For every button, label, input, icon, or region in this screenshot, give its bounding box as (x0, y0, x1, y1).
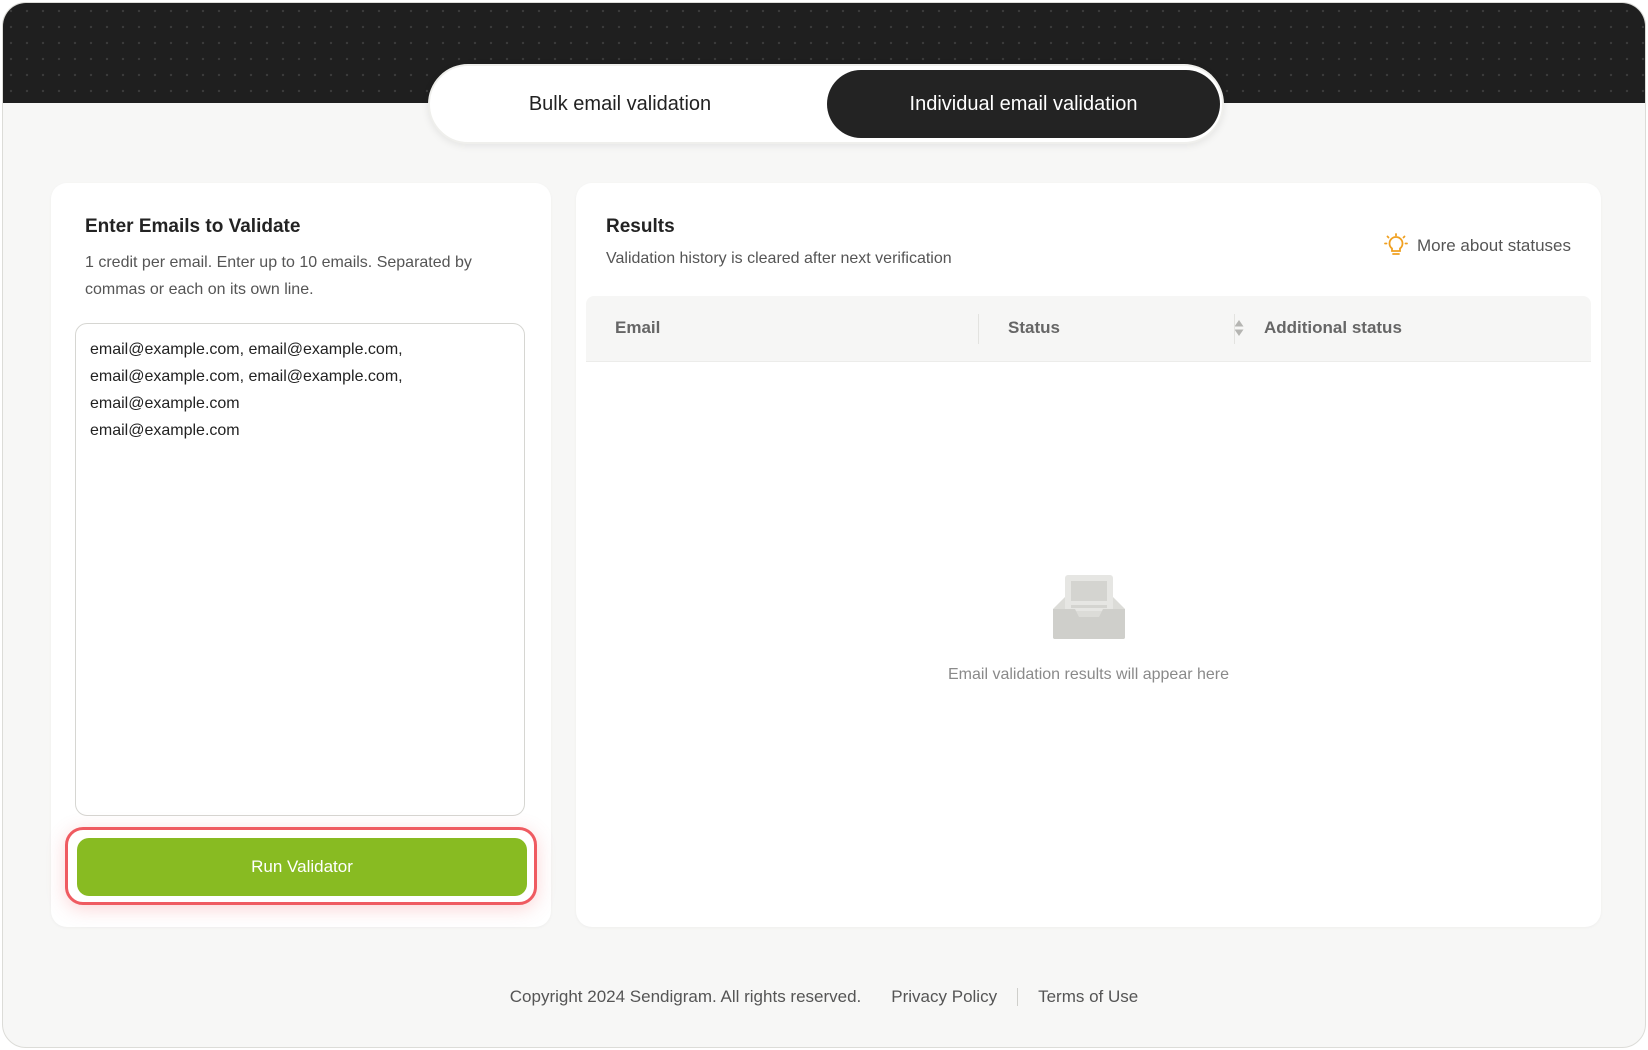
results-panel: Results Validation history is cleared af… (576, 183, 1601, 927)
tab-individual-email-validation[interactable]: Individual email validation (827, 70, 1220, 138)
email-textarea[interactable]: email@example.com, email@example.com, em… (75, 323, 525, 816)
input-panel-subtitle: 1 credit per email. Enter up to 10 email… (85, 249, 472, 303)
email-input-panel: Enter Emails to Validate 1 credit per em… (51, 183, 551, 927)
sort-icon[interactable] (1234, 319, 1244, 337)
results-table-header: Email Status Additional status (586, 296, 1591, 362)
footer-divider (1017, 988, 1019, 1006)
terms-of-use-link[interactable]: Terms of Use (1038, 987, 1138, 1007)
column-divider (978, 314, 979, 344)
footer: Copyright 2024 Sendigram. All rights res… (3, 987, 1645, 1007)
footer-copyright: Copyright 2024 Sendigram. All rights res… (509, 987, 862, 1006)
column-header-additional-status: Additional status (1264, 318, 1402, 337)
validation-mode-tabs: Bulk email validation Individual email v… (428, 64, 1224, 144)
results-title: Results (606, 216, 675, 237)
email-line: email@example.com (90, 422, 240, 439)
input-panel-title: Enter Emails to Validate (85, 216, 301, 237)
more-about-statuses-label: More about statuses (1416, 236, 1571, 255)
email-line: email@example.com, email@example.com, (90, 341, 403, 358)
column-header-email: Email (615, 318, 661, 337)
tab-bulk-email-validation[interactable]: Bulk email validation (434, 70, 806, 138)
run-validator-button[interactable]: Run Validator (77, 838, 527, 896)
inbox-icon (1053, 575, 1125, 639)
column-divider (1234, 314, 1235, 344)
input-panel-subtitle-line-1: 1 credit per email. Enter up to 10 email… (85, 254, 472, 271)
column-header-status: Status (1008, 318, 1060, 337)
privacy-policy-link[interactable]: Privacy Policy (891, 987, 997, 1007)
lightbulb-icon (1384, 233, 1408, 255)
more-about-statuses-link[interactable]: More about statuses (1383, 233, 1571, 259)
app-frame: Bulk email validation Individual email v… (2, 2, 1646, 1048)
email-line: email@example.com, email@example.com, (90, 368, 403, 385)
email-line: email@example.com (90, 395, 240, 412)
results-subtitle: Validation history is cleared after next… (606, 250, 952, 267)
empty-results-message: Email validation results will appear her… (947, 666, 1230, 683)
run-validator-highlight: Run Validator (65, 827, 537, 905)
input-panel-subtitle-line-2: commas or each on its own line. (85, 281, 314, 298)
